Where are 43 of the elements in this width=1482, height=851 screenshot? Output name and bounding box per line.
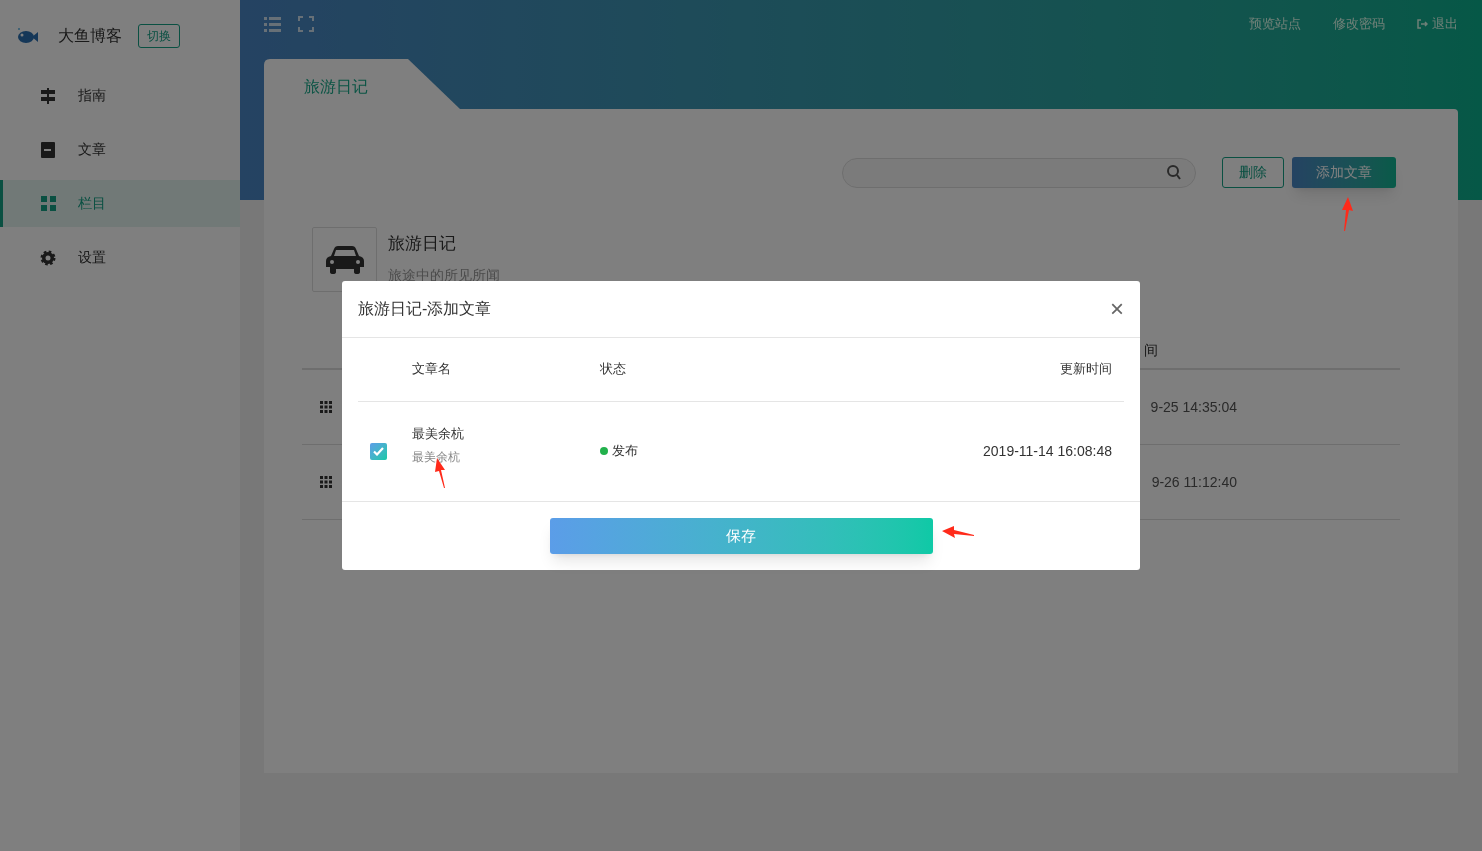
save-button[interactable]: 保存 — [549, 517, 933, 554]
search-field[interactable] — [842, 157, 1196, 188]
sidebar-item[interactable]: 设置 — [0, 234, 240, 281]
car-icon — [325, 244, 364, 275]
table-cell-text: 9-26 11:12:40 — [1151, 472, 1237, 492]
column-title: 旅游日记 — [388, 233, 457, 255]
grid-icon — [320, 476, 332, 488]
dialog-title: 旅游日记-添加文章 — [358, 298, 492, 319]
menu-icon[interactable] — [264, 16, 281, 32]
signpost-icon — [40, 87, 56, 104]
sidebar-item[interactable]: 文章 — [0, 126, 240, 173]
header-link[interactable]: 预览站点 — [1249, 14, 1301, 34]
settings-icon — [40, 249, 56, 266]
checkbox[interactable] — [370, 442, 387, 460]
annotation-arrow — [942, 526, 974, 538]
tab[interactable]: 旅游日记 — [304, 75, 368, 99]
column-header: 间 — [1144, 340, 1158, 360]
fullscreen-icon[interactable] — [298, 16, 314, 32]
document-icon — [41, 141, 55, 158]
fish-logo-icon — [16, 27, 38, 45]
article-title: 最美余杭 — [412, 425, 465, 444]
annotation-arrow — [1340, 197, 1354, 231]
search-icon — [1167, 165, 1181, 180]
article-subtitle: 最美余杭 — [412, 448, 461, 466]
grid-icon — [40, 196, 56, 211]
column-header: 更新时间 — [1060, 360, 1112, 379]
column-header: 文章名 — [412, 360, 452, 379]
sidebar-item[interactable]: 指南 — [0, 72, 240, 119]
switch-button[interactable]: 切换 — [138, 24, 180, 48]
column-header: 状态 — [600, 360, 626, 379]
header-link[interactable]: 退出 — [1417, 14, 1458, 34]
add-article-button[interactable]: 添加文章 — [1292, 157, 1396, 188]
grid-icon — [320, 401, 332, 413]
status-text: 发布 — [612, 442, 638, 461]
check-icon — [373, 446, 384, 456]
close-button[interactable]: × — [1110, 296, 1124, 321]
header-link[interactable]: 修改密码 — [1333, 14, 1385, 34]
sidebar-item[interactable]: 栏目 — [0, 180, 240, 227]
exit-icon — [1417, 19, 1428, 29]
table-cell-text: 2019-11-14 16:08:48 — [983, 441, 1112, 461]
delete-button[interactable]: 删除 — [1222, 157, 1284, 188]
table-cell-text: 9-25 14:35:04 — [1150, 397, 1237, 417]
brand-name: 大鱼博客 — [58, 26, 122, 46]
